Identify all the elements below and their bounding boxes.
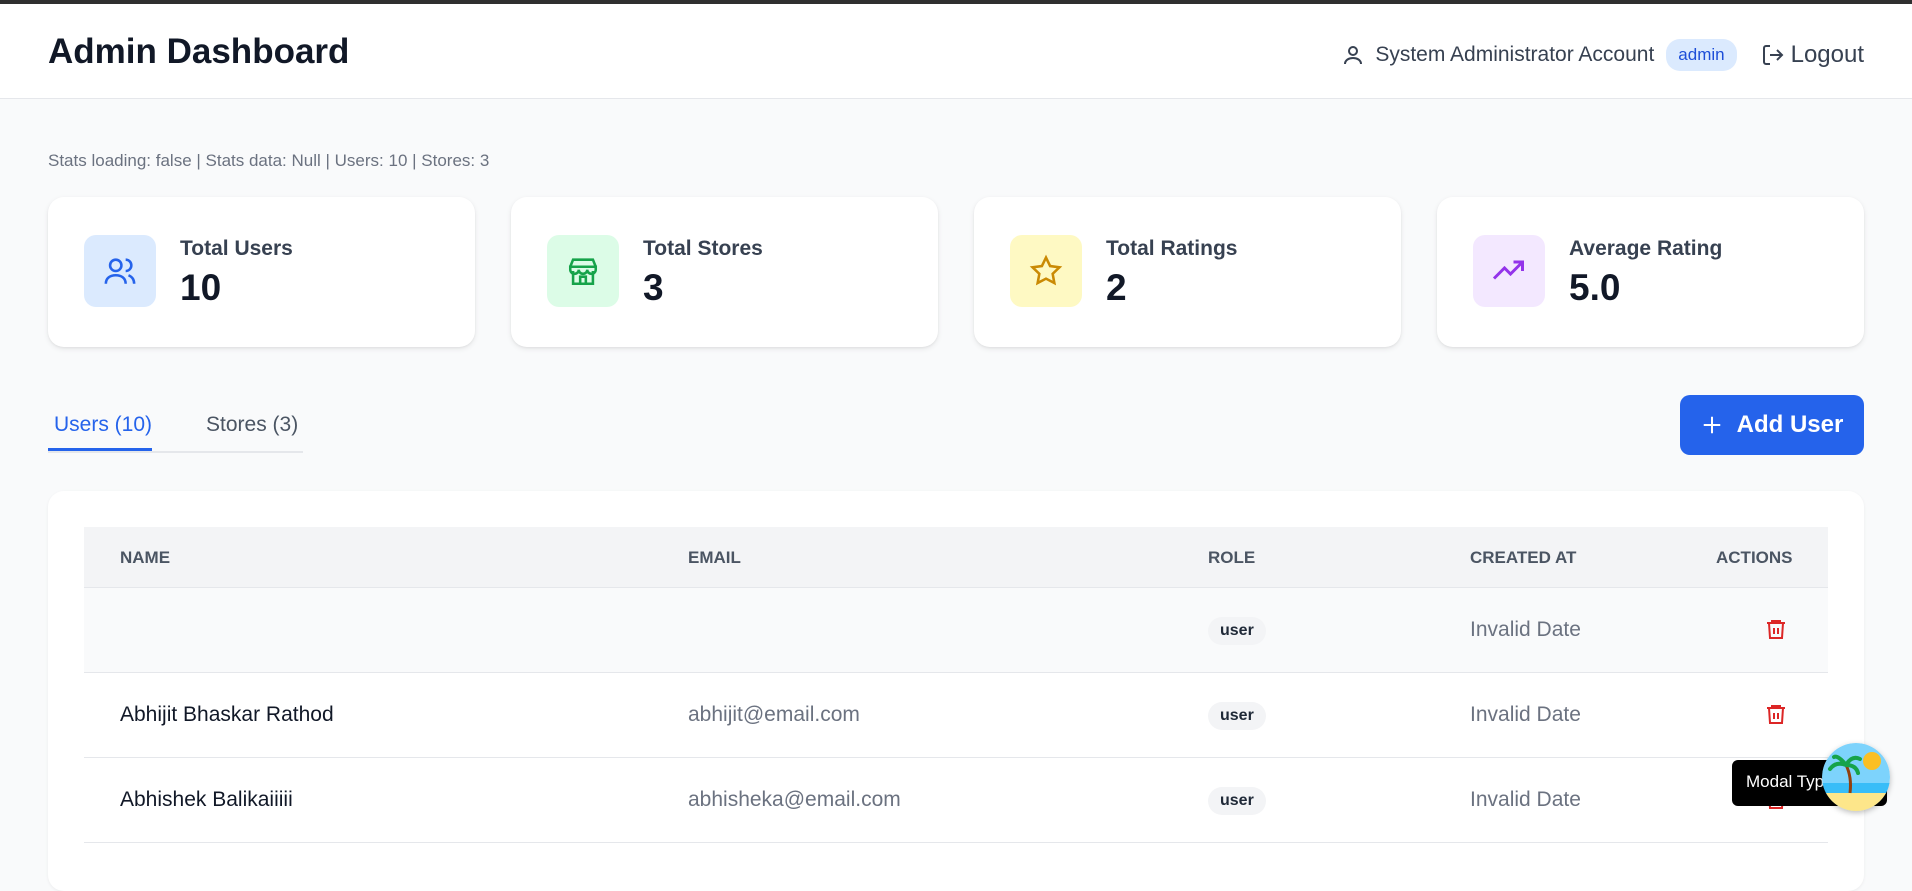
page-title: Admin Dashboard (48, 32, 350, 71)
users-table: NAME EMAIL ROLE CREATED AT ACTIONS user … (84, 527, 1828, 843)
user-icon (1344, 46, 1363, 65)
role-pill: user (1208, 617, 1266, 645)
trash-icon[interactable] (1764, 701, 1788, 727)
stat-value: 2 (1106, 267, 1127, 308)
debug-status-text: Stats loading: false | Stats data: Null … (48, 151, 490, 170)
role-pill: user (1208, 787, 1266, 815)
column-header-role: ROLE (1208, 548, 1256, 567)
users-table-panel: NAME EMAIL ROLE CREATED AT ACTIONS user … (48, 491, 1864, 891)
stat-value: 3 (643, 267, 664, 308)
users-icon (84, 235, 156, 307)
plus-icon (1703, 416, 1720, 434)
trash-icon[interactable] (1764, 616, 1788, 642)
user-area: System Administrator Account admin Logou… (1341, 35, 1864, 75)
role-pill: user (1208, 702, 1266, 730)
table-row[interactable]: Abhijit Bhaskar Rathod abhijit@email.com… (84, 673, 1828, 758)
store-icon (547, 235, 619, 307)
logout-button[interactable]: Logout (1761, 41, 1864, 69)
cell-name: Abhishek Balikaiiiii (120, 788, 293, 811)
stat-label: Total Users (180, 237, 293, 260)
add-user-label: Add User (1736, 411, 1844, 438)
cell-created-at: Invalid Date (1470, 703, 1581, 726)
column-header-email: EMAIL (688, 548, 741, 567)
app-header: Admin Dashboard System Administrator Acc… (0, 4, 1912, 99)
star-icon (1010, 235, 1082, 307)
stat-card-total-ratings: Total Ratings 2 (974, 197, 1401, 347)
stat-value: 5.0 (1569, 267, 1621, 308)
stat-card-average-rating: Average Rating 5.0 (1437, 197, 1864, 347)
table-row[interactable]: Abhishek Balikaiiiii abhisheka@email.com… (84, 758, 1828, 843)
table-header: NAME EMAIL ROLE CREATED AT ACTIONS (84, 527, 1828, 588)
cell-created-at: Invalid Date (1470, 618, 1581, 641)
logout-icon (1762, 45, 1784, 65)
role-badge: admin (1666, 39, 1737, 71)
tab-users[interactable]: Users (10) (54, 413, 152, 437)
stat-card-total-users: Total Users 10 (48, 197, 475, 347)
cell-name: Abhijit Bhaskar Rathod (120, 703, 334, 726)
add-user-button[interactable]: Add User (1680, 395, 1864, 455)
tab-bar: Users (10) Stores (3) (48, 395, 303, 453)
tab-stores[interactable]: Stores (3) (206, 413, 298, 437)
stat-label: Total Ratings (1106, 237, 1238, 260)
logout-label: Logout (1790, 41, 1864, 68)
stat-value: 10 (180, 267, 222, 308)
stat-card-total-stores: Total Stores 3 (511, 197, 938, 347)
cell-email: abhisheka@email.com (688, 788, 901, 811)
stat-label: Average Rating (1569, 237, 1723, 260)
trending-up-icon (1473, 235, 1545, 307)
column-header-actions: ACTIONS (1716, 548, 1793, 567)
cell-email: abhijit@email.com (688, 703, 860, 726)
stat-label: Total Stores (643, 237, 763, 260)
column-header-created-at: CREATED AT (1470, 548, 1577, 567)
cell-created-at: Invalid Date (1470, 788, 1581, 811)
table-row[interactable]: user Invalid Date (84, 588, 1828, 673)
user-name: System Administrator Account (1375, 43, 1655, 66)
active-tab-indicator (48, 448, 152, 451)
column-header-name: NAME (120, 548, 171, 567)
beach-avatar-icon[interactable] (1822, 743, 1890, 811)
stats-cards: Total Users 10 Total Stores 3 Total Rati… (48, 197, 1864, 347)
